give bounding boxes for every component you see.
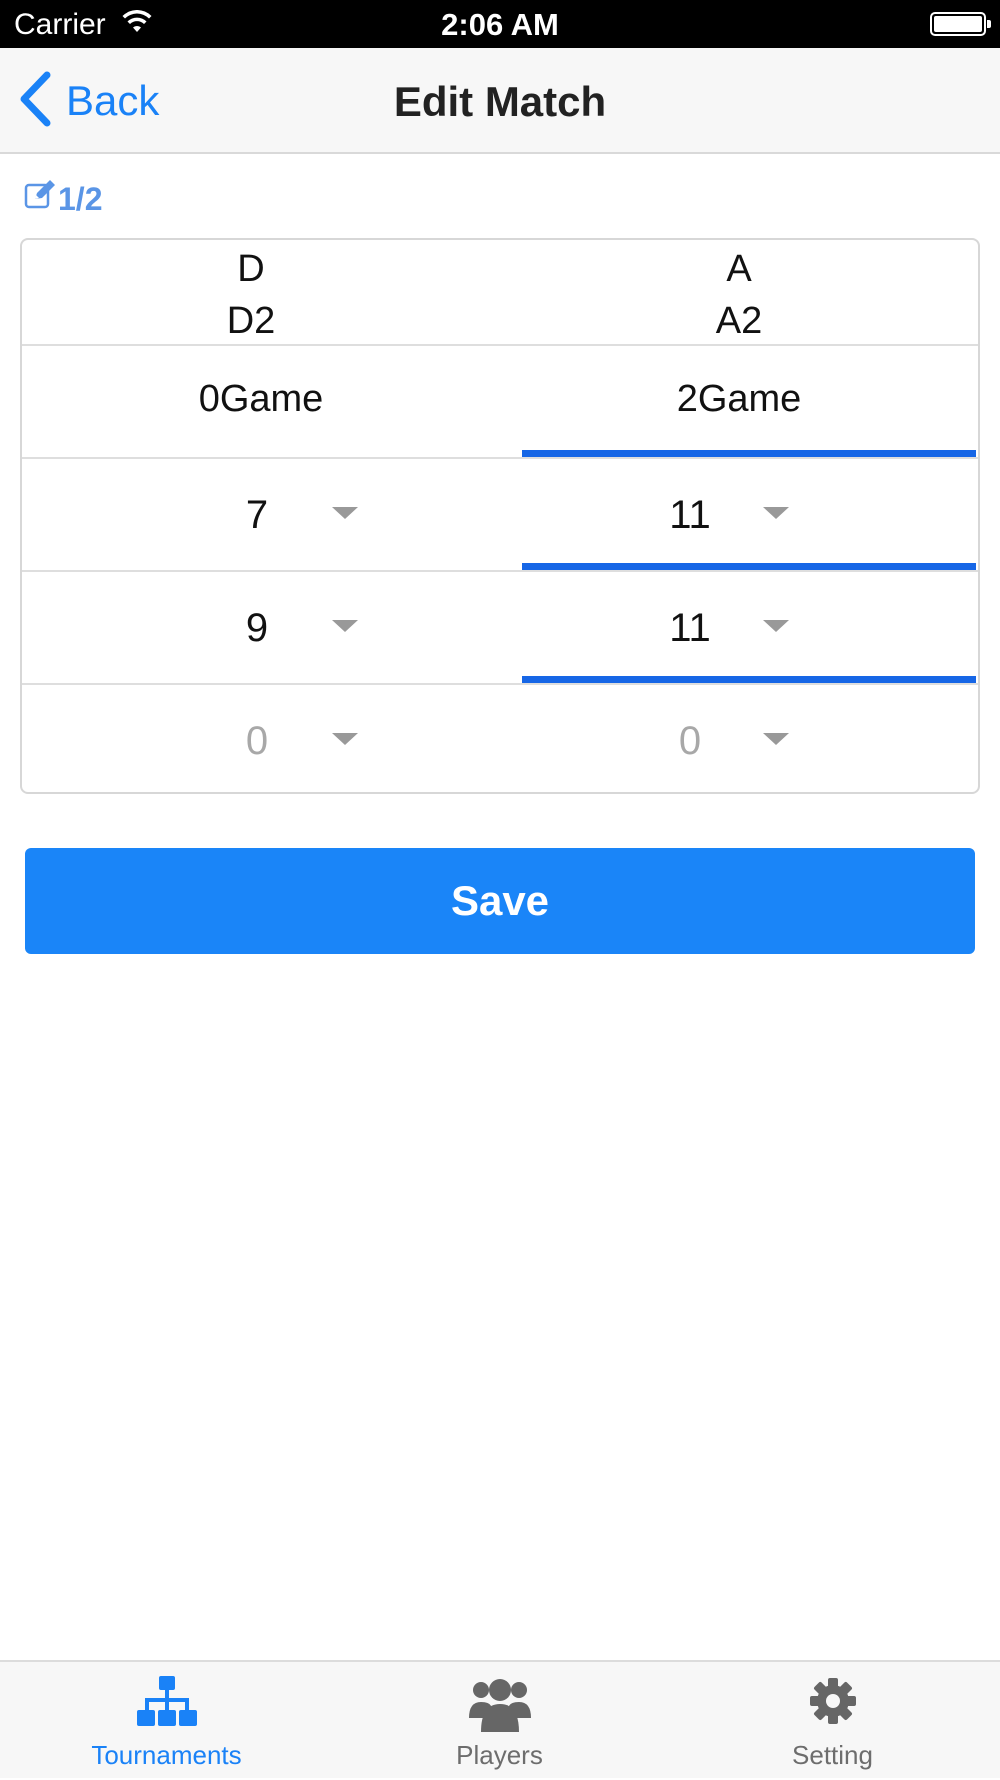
tab-bar: Tournaments Players Setting — [0, 1660, 1000, 1778]
edit-icon — [24, 180, 56, 218]
set-3-left-select[interactable]: 0 — [22, 685, 500, 792]
team-left: D D2 — [22, 240, 500, 344]
set-2-left-select[interactable]: 9 — [22, 572, 500, 683]
teams-row: D D2 A A2 — [22, 240, 978, 346]
dropdown-caret-icon — [332, 620, 358, 632]
status-bar: Carrier 2:06 AM — [0, 0, 1000, 48]
games-left: 0Game — [22, 346, 500, 457]
tab-label: Players — [456, 1740, 543, 1770]
set-score-value: 7 — [245, 493, 269, 537]
games-right: 2Game — [500, 346, 978, 457]
match-index-label: 1/2 — [58, 180, 103, 217]
tab-tournaments[interactable]: Tournaments — [0, 1662, 333, 1780]
tab-label: Tournaments — [91, 1740, 242, 1770]
set-row: 9 11 — [22, 572, 978, 685]
set-score-value: 9 — [245, 606, 269, 650]
team-right-member: A2 — [715, 300, 763, 342]
dropdown-caret-icon — [332, 507, 358, 519]
dropdown-caret-icon — [763, 733, 789, 745]
hierarchy-icon — [136, 1676, 197, 1733]
dropdown-caret-icon — [763, 507, 789, 519]
dropdown-caret-icon — [332, 733, 358, 745]
tab-label: Setting — [792, 1740, 873, 1770]
winner-indicator — [522, 676, 976, 683]
winner-indicator — [522, 563, 976, 570]
winner-indicator — [522, 450, 976, 457]
games-row: 0Game 2Game — [22, 346, 978, 459]
set-1-left-select[interactable]: 7 — [22, 459, 500, 570]
games-left-label: 0Game — [198, 378, 324, 420]
set-score-value: 11 — [669, 606, 711, 650]
set-3-right-select[interactable]: 0 — [500, 685, 978, 792]
navigation-bar: Back Edit Match — [0, 48, 1000, 154]
set-2-right-select[interactable]: 11 — [500, 572, 978, 683]
team-right-name: A — [726, 248, 752, 290]
team-left-name: D — [237, 248, 265, 290]
dropdown-caret-icon — [763, 620, 789, 632]
battery-icon — [930, 12, 991, 36]
set-1-right-select[interactable]: 11 — [500, 459, 978, 570]
team-right: A A2 — [500, 240, 978, 344]
match-index[interactable]: 1/2 — [24, 180, 102, 218]
score-card: D D2 A A2 0Game 2Game 7 11 9 11 0 0 — [20, 238, 980, 794]
set-row: 7 11 — [22, 459, 978, 572]
gear-icon — [808, 1676, 858, 1731]
set-score-value: 0 — [245, 719, 269, 763]
tab-setting[interactable]: Setting — [666, 1662, 999, 1780]
set-row: 0 0 — [22, 685, 978, 792]
games-right-label: 2Game — [676, 378, 802, 420]
people-icon — [467, 1676, 533, 1739]
set-score-value: 0 — [678, 719, 702, 763]
page-title: Edit Match — [393, 78, 607, 125]
team-left-member: D2 — [226, 300, 276, 342]
tab-players[interactable]: Players — [333, 1662, 666, 1780]
save-button[interactable]: Save — [25, 848, 975, 954]
set-score-value: 11 — [669, 493, 711, 537]
status-time: 2:06 AM — [441, 7, 559, 42]
